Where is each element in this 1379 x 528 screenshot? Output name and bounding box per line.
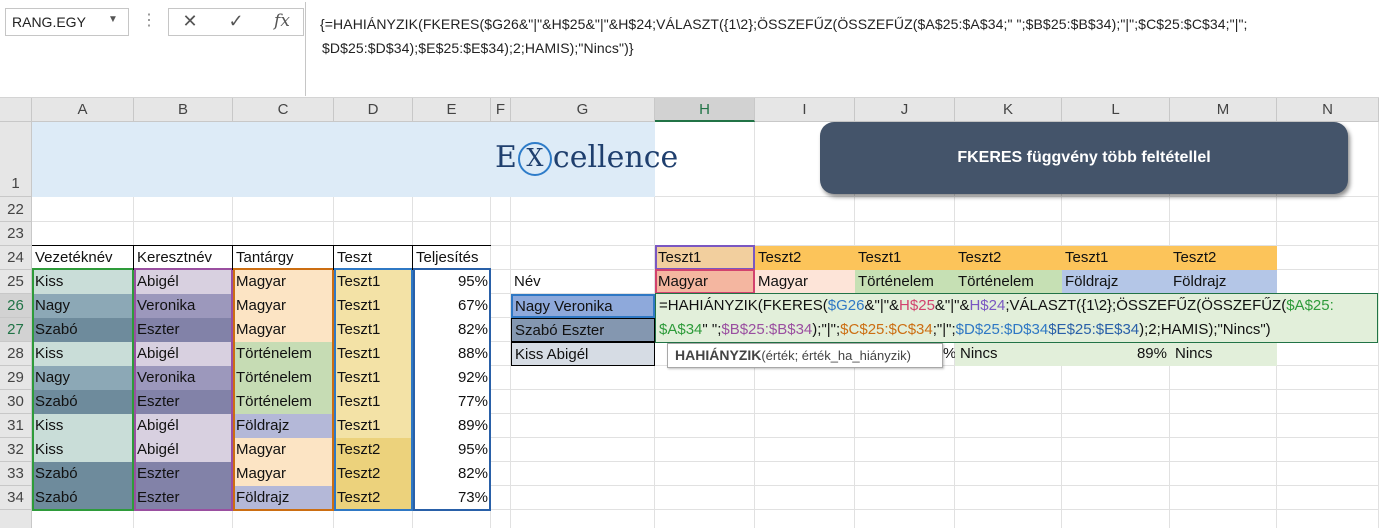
ref-outline-h24: [655, 245, 755, 270]
fkeres-button[interactable]: FKERES függvény több feltétellel: [820, 122, 1348, 194]
logo-e: E: [495, 140, 517, 175]
row-header-26[interactable]: 26: [0, 294, 32, 318]
tooltip-arguments: (érték; érték_ha_hiányzik): [761, 348, 911, 363]
subject-header-cell: Földrajz: [1062, 270, 1170, 294]
subject-header-cell: Földrajz: [1170, 270, 1277, 294]
subject-header-cell: Magyar: [755, 270, 855, 294]
result-cell: Nincs: [960, 345, 998, 362]
row-header-33[interactable]: 33: [0, 462, 32, 486]
row-header-22[interactable]: 22: [0, 197, 32, 222]
excellence-logo: E Xcellence: [495, 140, 705, 184]
table-header-1: Keresztnév: [137, 249, 213, 266]
table-border: [32, 245, 491, 246]
row-header-28[interactable]: 28: [0, 342, 32, 366]
name-cell[interactable]: Szabó Eszter: [511, 318, 655, 342]
row-header-31[interactable]: 31: [0, 414, 32, 438]
column-header-b[interactable]: B: [134, 98, 233, 122]
test-header-cell: Teszt2: [755, 246, 855, 270]
table-border: [133, 246, 134, 270]
test-header-cell: Teszt2: [955, 246, 1062, 270]
column-header-k[interactable]: K: [955, 98, 1062, 122]
column-header-h[interactable]: H: [655, 98, 755, 122]
ref-range-outline: [233, 268, 334, 511]
ref-range-outline: [334, 268, 413, 511]
ref-outline-g26: [511, 294, 655, 318]
column-header-f[interactable]: F: [491, 98, 511, 122]
column-header-c[interactable]: C: [233, 98, 334, 122]
ref-range-outline: [134, 268, 233, 511]
ref-range-outline: [413, 268, 491, 511]
logo-text: cellence: [552, 140, 679, 175]
table-header-4: Teljesítés: [416, 249, 479, 266]
row-header-30[interactable]: 30: [0, 390, 32, 414]
function-tooltip: HAHIÁNYZIK(érték; érték_ha_hiányzik): [667, 343, 943, 368]
logo-x-mark: X: [517, 142, 552, 176]
column-header-d[interactable]: D: [334, 98, 413, 122]
test-header-cell: Teszt2: [1170, 246, 1277, 270]
active-cell-border: [655, 293, 1378, 343]
spreadsheet-grid: A B C D E F G H I J K L M N 1 22 23 24 25 26 27 28 29 30 31 32 33 3…: [0, 0, 1379, 528]
row-header-23[interactable]: 23: [0, 222, 32, 246]
row-header-32[interactable]: 32: [0, 438, 32, 462]
subject-header-cell: Történelem: [955, 270, 1062, 294]
test-header-cell: Teszt1: [1062, 246, 1170, 270]
tooltip-function-name[interactable]: HAHIÁNYZIK: [675, 347, 761, 363]
table-border: [412, 246, 413, 270]
table-border: [333, 246, 334, 270]
row-header-25[interactable]: 25: [0, 270, 32, 294]
subject-header-cell: Történelem: [855, 270, 955, 294]
gridline: [32, 221, 1379, 222]
result-cell: 89%: [1136, 345, 1167, 362]
column-header-j[interactable]: J: [855, 98, 955, 122]
row-header-35: [0, 510, 32, 528]
select-all-corner[interactable]: [0, 98, 32, 122]
column-header-n[interactable]: N: [1277, 98, 1379, 122]
table-header-0: Vezetéknév: [35, 249, 113, 266]
row-header-34[interactable]: 34: [0, 486, 32, 510]
column-header-g[interactable]: G: [511, 98, 655, 122]
table-header-3: Teszt: [337, 249, 373, 266]
row-header-1[interactable]: 1: [0, 122, 32, 197]
table-header-2: Tantárgy: [236, 249, 294, 266]
ref-range-outline: [32, 268, 134, 511]
name-cell[interactable]: Kiss Abigél: [511, 342, 655, 366]
column-header-m[interactable]: M: [1170, 98, 1277, 122]
test-header-cell: Teszt1: [855, 246, 955, 270]
column-header-l[interactable]: L: [1062, 98, 1170, 122]
row-header-24[interactable]: 24: [0, 246, 32, 270]
column-header-e[interactable]: E: [413, 98, 491, 122]
ref-outline-h25: [655, 269, 755, 294]
table-border: [232, 246, 233, 270]
result-cell: Nincs: [1175, 345, 1213, 362]
row-header-29[interactable]: 29: [0, 366, 32, 390]
row-header-27[interactable]: 27: [0, 318, 32, 342]
nev-label: Név: [514, 273, 541, 290]
column-header-a[interactable]: A: [32, 98, 134, 122]
column-header-i[interactable]: I: [755, 98, 855, 122]
